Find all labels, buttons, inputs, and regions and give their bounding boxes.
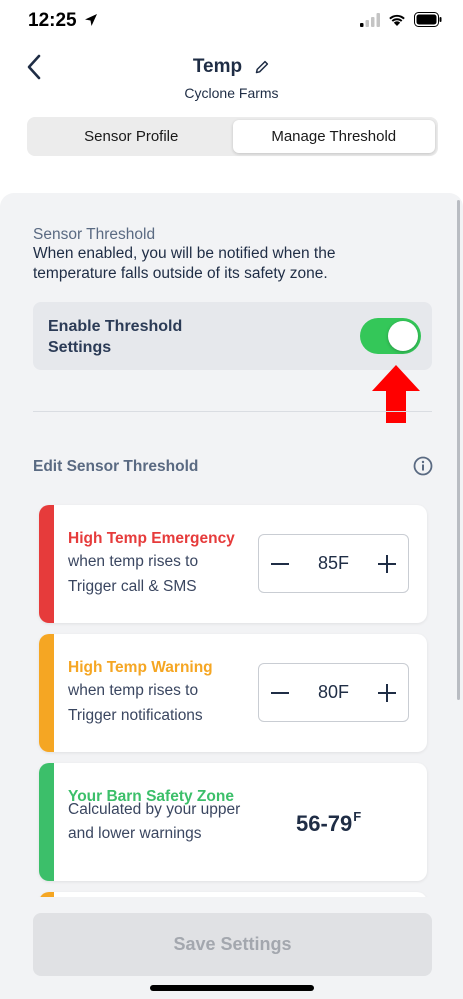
info-icon[interactable]: [413, 456, 433, 476]
edit-sensor-threshold-title: Edit Sensor Threshold: [33, 458, 199, 475]
minus-icon: [271, 691, 289, 694]
decrement-button[interactable]: [269, 682, 291, 704]
safety-zone-card: Your Barn Safety Zone Calculated by your…: [39, 763, 427, 881]
wifi-icon: [389, 14, 405, 26]
plus-icon: [378, 683, 396, 702]
increment-button[interactable]: [376, 553, 398, 575]
status-time: 12:25: [28, 10, 77, 31]
minus-icon: [271, 562, 289, 565]
decrement-button[interactable]: [269, 553, 291, 575]
toggle-knob: [388, 321, 418, 351]
stepper-value: 85F: [317, 553, 350, 573]
page-title: Temp: [192, 56, 243, 77]
sensor-threshold-title: Sensor Threshold: [33, 226, 156, 243]
safety-zone-range: 56-79F: [296, 809, 362, 837]
segmented-tabs: Sensor Profile Manage Threshold: [27, 117, 438, 156]
card-condition: when temp rises to: [68, 553, 199, 570]
enable-threshold-toggle[interactable]: [360, 318, 421, 354]
card-title: High Temp Emergency: [68, 530, 235, 547]
save-settings-button[interactable]: Save Settings: [33, 913, 432, 976]
divider: [33, 411, 432, 412]
page-subtitle: Cyclone Farms: [184, 85, 279, 101]
card-title: High Temp Warning: [68, 659, 213, 676]
plus-icon: [378, 554, 396, 573]
tab-manage-threshold[interactable]: Manage Threshold: [232, 120, 435, 153]
enable-threshold-label: Enable Threshold Settings: [48, 318, 183, 356]
card-condition: when temp rises to: [68, 682, 199, 699]
location-arrow-icon: [85, 14, 97, 26]
card-color-bar: [39, 634, 54, 752]
card-description-line1: Calculated by your upper: [68, 801, 241, 818]
high-temp-warning-card: High Temp Warning when temp rises to Tri…: [39, 634, 427, 752]
card-color-bar: [39, 505, 54, 623]
home-indicator: [150, 985, 314, 991]
emergency-temp-stepper: 85F: [258, 534, 409, 593]
sensor-threshold-description: When enabled, you will be notified when …: [33, 245, 336, 282]
status-bar: 12:25: [0, 0, 463, 44]
cellular-signal-icon: [360, 13, 380, 27]
stepper-value: 80F: [317, 682, 350, 702]
scrollbar[interactable]: [457, 200, 460, 700]
card-color-bar: [39, 763, 54, 881]
card-description-line2: and lower warnings: [68, 825, 202, 842]
pencil-edit-icon[interactable]: [254, 59, 270, 75]
title-row: Temp: [0, 56, 463, 78]
tab-sensor-profile[interactable]: Sensor Profile: [30, 120, 233, 153]
enable-threshold-row: Enable Threshold Settings: [33, 302, 432, 370]
increment-button[interactable]: [376, 682, 398, 704]
card-action: Trigger notifications: [68, 707, 203, 724]
high-temp-emergency-card: High Temp Emergency when temp rises to T…: [39, 505, 427, 623]
battery-icon: [414, 12, 442, 27]
card-action: Trigger call & SMS: [68, 578, 197, 595]
warning-temp-stepper: 80F: [258, 663, 409, 722]
safety-zone-unit: F: [353, 809, 362, 824]
red-up-arrow-icon: [372, 365, 420, 423]
safety-zone-value: 56-79: [296, 811, 353, 836]
